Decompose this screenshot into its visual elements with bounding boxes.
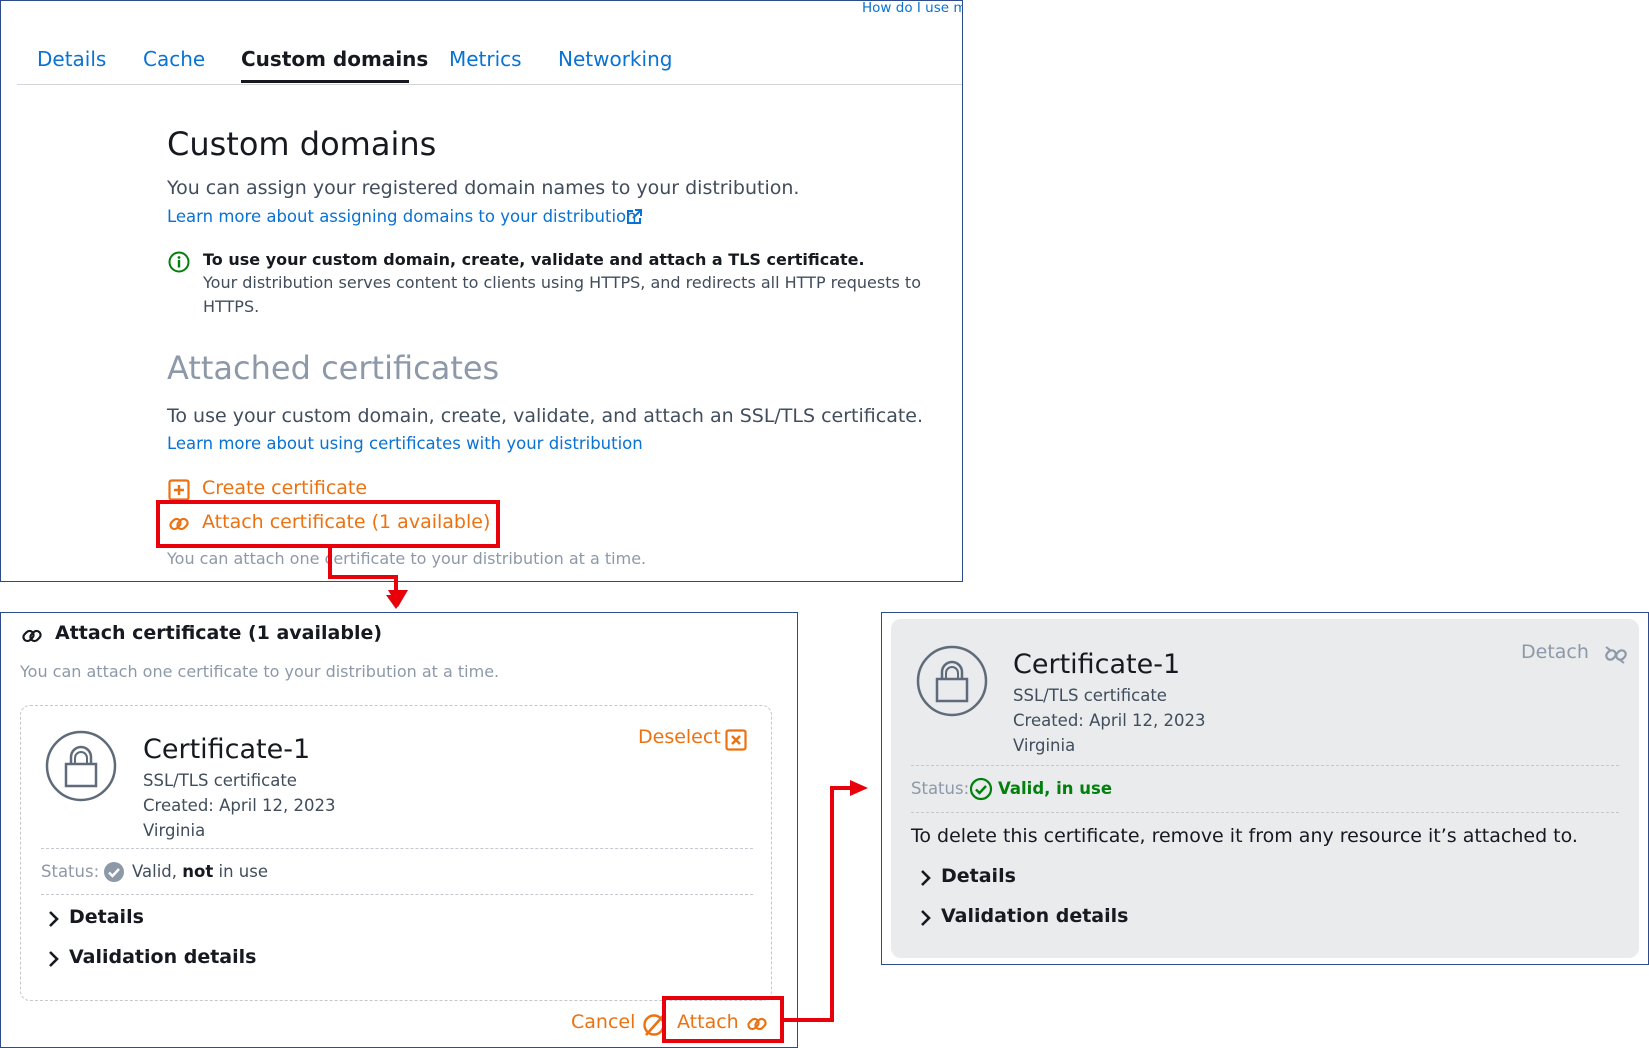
attached-certificate-panel: Certificate-1 SSL/TLS certificate Create… [881,612,1649,965]
plus-square-icon[interactable] [168,479,190,501]
unlink-icon[interactable] [1604,643,1628,667]
close-square-icon[interactable] [725,729,747,751]
card-divider [41,894,753,895]
status-value: Valid, not in use [132,862,268,881]
create-certificate-link[interactable]: Create certificate [202,477,367,499]
chevron-right-icon[interactable] [919,869,933,887]
help-link[interactable]: How do I use my [862,0,962,16]
tabs-divider [17,84,962,85]
status-in-use-text: in use [218,862,269,881]
tab-metrics[interactable]: Metrics [449,47,522,71]
info-text-line2: HTTPS. [203,297,260,316]
chevron-right-icon[interactable] [919,909,933,927]
active-tab-indicator [241,80,409,83]
attach-hint: You can attach one certificate to your d… [167,549,647,568]
link-chain-icon [21,625,43,647]
status-valid-text: Valid, [132,862,178,881]
status-value: Valid, in use [998,779,1113,798]
learn-more-domains-link[interactable]: Learn more about assigning domains to yo… [167,207,637,226]
details-expander[interactable]: Details [941,865,1016,887]
tab-cache[interactable]: Cache [143,47,205,71]
flow-arrow-head-1 [388,590,408,607]
certificate-name: Certificate-1 [1013,649,1181,680]
attach-certificate-panel: Attach certificate (1 available) You can… [0,612,798,1048]
certificate-region: Virginia [143,821,206,840]
certificate-type: SSL/TLS certificate [1013,686,1167,705]
attach-panel-hint: You can attach one certificate to your d… [20,662,500,681]
attached-description: To use your custom domain, create, valid… [167,405,924,427]
card-divider [911,765,1619,766]
detach-button[interactable]: Detach [1521,641,1589,663]
certificate-type: SSL/TLS certificate [143,771,297,790]
validation-details-expander[interactable]: Validation details [69,946,256,968]
status-label: Status: [41,862,100,881]
status-not-text: not [182,862,214,881]
info-icon [168,251,190,273]
card-divider [41,848,753,849]
learn-more-certificates-link[interactable]: Learn more about using certificates with… [167,434,643,453]
lock-icon [45,730,117,802]
chevron-right-icon[interactable] [47,950,61,968]
attach-panel-title: Attach certificate (1 available) [55,622,383,644]
attach-button-highlight [662,996,784,1043]
check-circle-icon [969,777,993,801]
certificate-created: Created: April 12, 2023 [1013,711,1206,730]
custom-domains-panel: How do I use my Details Cache Custom dom… [0,0,963,582]
tab-custom-domains[interactable]: Custom domains [241,47,428,71]
certificate-name: Certificate-1 [143,734,311,765]
check-circle-icon [103,861,125,883]
card-divider [911,812,1619,813]
delete-note: To delete this certificate, remove it fr… [911,825,1578,847]
info-text-line1: Your distribution serves content to clie… [203,273,921,292]
deselect-button[interactable]: Deselect [638,726,721,748]
attached-certificates-title: Attached certificates [167,349,500,387]
cancel-button[interactable]: Cancel [571,1011,635,1033]
flow-arrow-right [782,780,868,1022]
certificate-card[interactable]: Certificate-1 SSL/TLS certificate Create… [20,705,772,1001]
info-heading: To use your custom domain, create, valid… [203,250,865,269]
validation-details-expander[interactable]: Validation details [941,905,1128,927]
status-label: Status: [911,779,970,798]
certificate-created: Created: April 12, 2023 [143,796,336,815]
details-expander[interactable]: Details [69,906,144,928]
tab-details[interactable]: Details [37,47,106,71]
external-link-icon[interactable] [625,208,643,226]
attached-certificate-card: Certificate-1 SSL/TLS certificate Create… [891,619,1639,958]
domains-description: You can assign your registered domain na… [167,177,800,199]
lock-icon [916,645,988,717]
certificate-region: Virginia [1013,736,1076,755]
tab-networking[interactable]: Networking [558,47,672,71]
chevron-right-icon[interactable] [47,910,61,928]
attach-certificate-highlight [156,500,500,548]
page-title: Custom domains [167,125,437,163]
